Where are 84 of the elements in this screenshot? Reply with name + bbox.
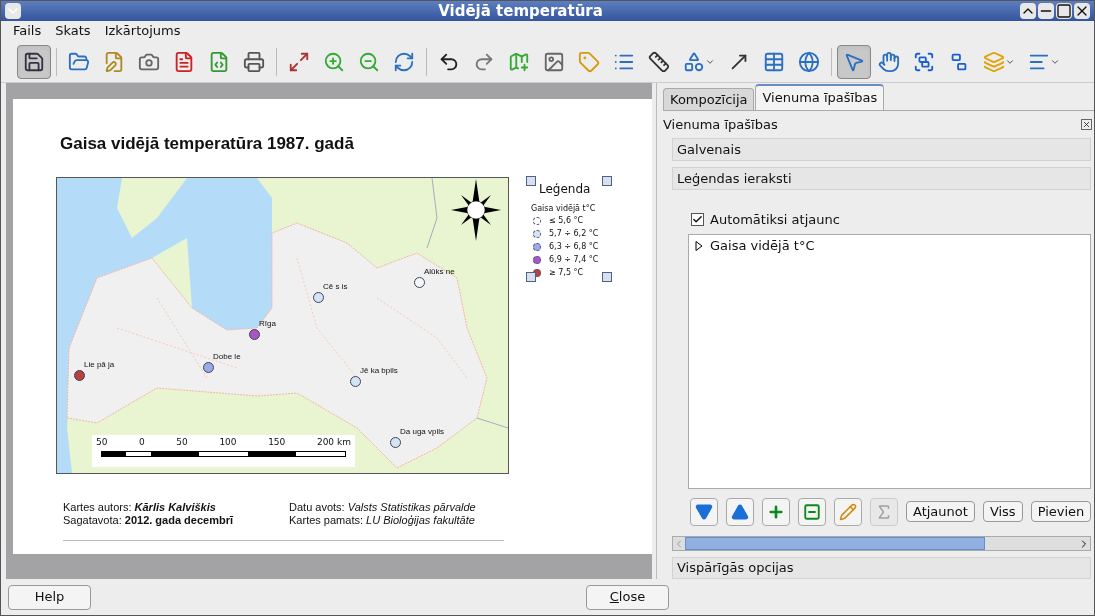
text-button[interactable]: Viss: [982, 501, 1023, 523]
save-tool[interactable]: [17, 44, 51, 79]
selection-handle[interactable]: [602, 272, 612, 282]
scale-label: 50: [176, 436, 188, 449]
checkbox-label: Automātiksi atjaunc: [710, 210, 840, 229]
city-label: Jē ka bpils: [360, 367, 398, 375]
minimize-icon[interactable]: [1038, 3, 1054, 19]
up-icon: [731, 502, 749, 521]
shade-icon[interactable]: [1020, 3, 1036, 19]
table-icon: [763, 50, 785, 73]
horizontal-scrollbar[interactable]: [672, 536, 1092, 551]
text-button[interactable]: Pievien: [1030, 501, 1092, 523]
help-button[interactable]: Help: [8, 584, 91, 610]
group-icon: [913, 50, 935, 73]
save-icon: [23, 50, 45, 73]
close-icon[interactable]: [1081, 118, 1093, 130]
scale-label: 150: [268, 436, 286, 449]
window-title: Vidējā temperatūra: [438, 1, 603, 22]
legend-label: ≥ 7,5 °C: [549, 267, 584, 279]
credit-line: Sagatavota: 2012. gada decembrī: [63, 514, 233, 527]
legend-title: Leģenda: [539, 181, 591, 198]
image-icon: [543, 50, 565, 73]
tag-icon: [578, 50, 600, 73]
expander-icon[interactable]: [695, 241, 703, 252]
edit-icon: [103, 50, 125, 73]
legend-label: ≤ 5,6 °C: [549, 215, 584, 227]
section-header[interactable]: Leģendas ieraksti: [672, 166, 1092, 190]
scale-label: 200 km: [316, 436, 351, 449]
down-icon: [695, 502, 713, 521]
selection-handle[interactable]: [526, 272, 536, 282]
tab[interactable]: Kompozīcija: [663, 88, 755, 110]
checkbox[interactable]: [691, 213, 704, 227]
selection-handle[interactable]: [602, 176, 612, 186]
tab[interactable]: Vienuma īpašības: [755, 84, 885, 110]
section-header[interactable]: Galvenais: [672, 137, 1092, 161]
legend-label: 6,9 ÷ 7,4 °C: [549, 254, 599, 266]
pencil-button[interactable]: [834, 497, 862, 526]
city-label: Dobe le: [213, 353, 241, 361]
globe-icon: [798, 50, 820, 73]
panel-title: Vienuma īpašības: [663, 115, 778, 134]
city-label: Rīga: [259, 320, 276, 328]
map-title: Gaisa vidējā temperatūra 1987. gadā: [60, 133, 354, 155]
shapes-icon: [683, 50, 705, 73]
city-label: Alūks ne: [424, 268, 455, 276]
tree-item[interactable]: Gaisa vidējā t°C: [710, 236, 815, 256]
print-icon: [243, 50, 265, 73]
pointer-tool[interactable]: [837, 44, 871, 79]
credit-line: Kartes pamats: LU Bioloģijas fakultāte: [289, 514, 476, 527]
legend-label: 5,7 ÷ 6,2 °C: [549, 228, 599, 240]
credit-line: Kartes autors: Kārlis Kalviškis: [63, 501, 217, 514]
hand-icon: [878, 50, 900, 73]
close-button[interactable]: Close: [586, 584, 669, 610]
scale-label: 0: [139, 436, 145, 449]
refresh-icon: [393, 50, 415, 73]
compass-rose-icon: [451, 179, 501, 241]
layers-icon: [983, 50, 1005, 73]
folder-icon: [68, 50, 90, 73]
pencil-icon: [839, 502, 857, 521]
text-button[interactable]: Atjaunot: [906, 501, 975, 523]
city-label: Lie pā ja: [84, 361, 115, 369]
down-button[interactable]: [690, 497, 718, 526]
legend-label: 6,3 ÷ 6,8 °C: [549, 241, 599, 253]
section-header[interactable]: Vispārīgās opcijas: [672, 556, 1092, 579]
map-plus-icon: [508, 50, 530, 73]
zoom-out-icon: [358, 50, 380, 73]
window-menu-icon[interactable]: [5, 3, 21, 19]
add-button[interactable]: [762, 497, 790, 526]
close-icon[interactable]: [1074, 3, 1090, 19]
city-label: Cē s is: [323, 283, 348, 291]
ruler-icon: [648, 50, 670, 73]
remove-button[interactable]: [798, 497, 826, 526]
menu-item[interactable]: Skats: [55, 21, 91, 41]
scale-label: 50: [96, 436, 108, 449]
zoom-in-icon: [323, 50, 345, 73]
selection-handle[interactable]: [526, 176, 536, 186]
scale-label: 100: [219, 436, 237, 449]
remove-icon: [803, 502, 821, 521]
menu-item[interactable]: Izkārtojums: [104, 21, 181, 41]
up-button[interactable]: [726, 497, 754, 526]
city-label: Da uga vpils: [400, 428, 445, 436]
maximize-icon[interactable]: [1056, 3, 1072, 19]
credit-line: Datu avots: Valsts Statistikas pārvalde: [289, 501, 476, 514]
menu-item[interactable]: Fails: [13, 21, 42, 41]
legend-layer: Gaisa vidējā t°C: [531, 202, 597, 215]
